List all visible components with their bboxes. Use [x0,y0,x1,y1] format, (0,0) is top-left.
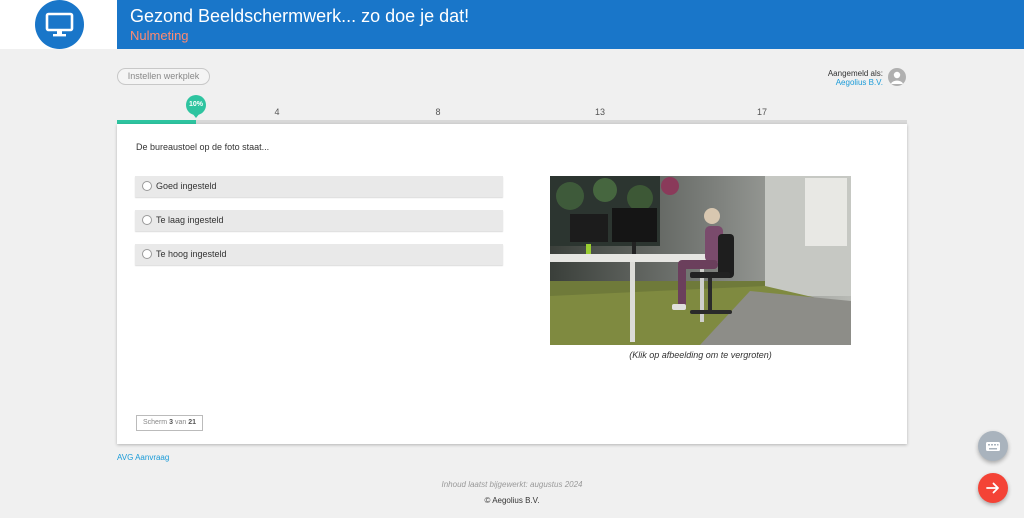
login-label: Aangemeld als: [827,69,883,78]
setup-workplace-button[interactable]: Instellen werkplek [117,68,210,85]
monitor-icon [35,0,84,49]
radio-button[interactable] [142,249,152,259]
page-subtitle: Nulmeting [130,28,189,43]
answer-option-too-high[interactable]: Te hoog ingesteld [135,244,503,265]
keyboard-icon [986,442,1000,451]
next-button[interactable] [978,473,1008,503]
screen-counter-prefix: Scherm [143,419,168,426]
office-chair-photo[interactable] [550,176,851,345]
screen-counter: Scherm 3 van 21 [136,415,203,431]
milestone: 4 [267,107,287,123]
milestone: 8 [428,107,448,123]
milestone-label: 4 [274,107,280,117]
logo [0,0,117,49]
answer-label: Goed ingesteld [156,181,217,191]
progress-bubble: 10% [186,95,206,118]
answer-label: Te hoog ingesteld [156,249,227,259]
screen-counter-current: 3 [169,419,173,426]
answer-option-good[interactable]: Goed ingesteld [135,176,503,197]
milestone: 17 [752,107,772,123]
user-icon[interactable] [888,68,906,86]
last-updated-text: Inhoud laatst bijgewerkt: augustus 2024 [441,480,583,489]
arrow-right-icon [986,482,999,494]
answer-label: Te laag ingesteld [156,215,224,225]
question-card: De bureaustoel op de foto staat... Goed … [117,124,907,444]
avg-request-link[interactable]: AVG Aanvraag [117,453,169,462]
radio-button[interactable] [142,181,152,191]
radio-button[interactable] [142,215,152,225]
milestone: 13 [590,107,610,123]
keyboard-button[interactable] [978,431,1008,461]
screen-counter-separator: van [174,419,187,426]
login-user-link[interactable]: Aegolius B.V. [836,78,883,87]
milestone-label: 13 [594,107,605,117]
page-title: Gezond Beeldschermwerk... zo doe je dat! [130,6,470,26]
milestone-label: 17 [756,107,767,117]
photo-caption: (Klik op afbeelding om te vergroten) [629,350,772,360]
question-text: De bureaustoel op de foto staat... [136,142,270,152]
screen-counter-total: 21 [188,419,196,426]
copyright-text: © Aegolius B.V. [484,496,540,505]
answer-option-too-low[interactable]: Te laag ingesteld [135,210,503,231]
milestone-label: 8 [435,107,441,117]
app-header: Gezond Beeldschermwerk... zo doe je dat!… [0,0,1024,49]
